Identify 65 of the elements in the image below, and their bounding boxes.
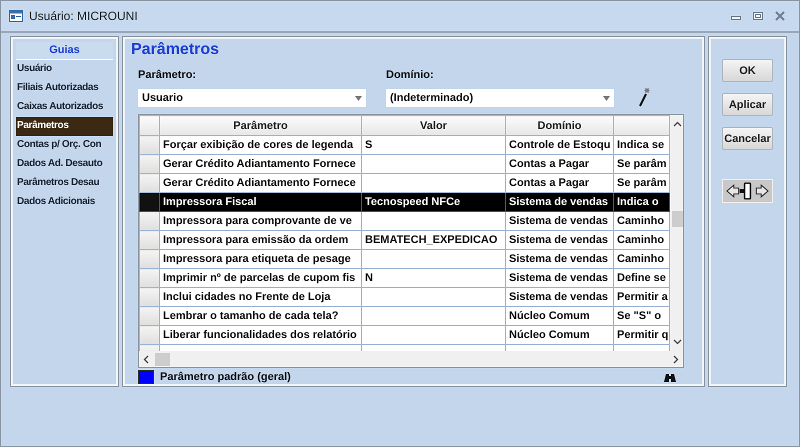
vertical-scrollbar[interactable] xyxy=(670,115,683,351)
table-cell: Liberar funcionalidades dos relatório xyxy=(160,326,362,344)
table-cell: Sistema de vendas xyxy=(506,288,614,306)
table-cell: N xyxy=(362,268,506,288)
legend-label: Parâmetro padrão (geral) xyxy=(160,371,292,383)
table-cell: Sistema de vendas xyxy=(506,192,614,212)
magic-wand-icon[interactable] xyxy=(638,87,650,107)
sidebar-item[interactable]: Parâmetros Desau xyxy=(16,174,113,193)
table-cell: Sistema de vendas xyxy=(506,212,614,230)
table-cell: Inclui cidades no Frente de Loja xyxy=(160,288,362,306)
table-cell: Tecnospeed NFCe xyxy=(362,192,506,212)
table-cell: Contas a Pagar xyxy=(506,154,614,174)
row-header[interactable] xyxy=(140,192,160,212)
table-cell: Imprimir nº de parcelas de cupom fis xyxy=(160,268,362,288)
scroll-thumb[interactable] xyxy=(155,353,170,366)
table-cell: Impressora para etiqueta de pesage xyxy=(160,250,362,268)
sidebar-item[interactable]: Filiais Autorizadas xyxy=(16,79,113,98)
field-label: Domínio: xyxy=(386,69,435,81)
sidebar-item[interactable]: Contas p/ Orç. Con xyxy=(16,136,113,155)
window-title: Usuário: MICROUNI xyxy=(29,9,139,23)
scroll-up-icon[interactable] xyxy=(673,121,682,127)
dialog-button[interactable]: OK xyxy=(722,59,773,82)
caret-icon[interactable] xyxy=(355,96,362,100)
table-cell: Sistema de vendas xyxy=(506,230,614,250)
table-cell: Forçar exibição de cores de legenda xyxy=(160,136,362,154)
horizontal-scrollbar[interactable] xyxy=(139,351,683,367)
scroll-left-icon[interactable] xyxy=(143,355,149,364)
table-cell: Impressora para emissão da ordem xyxy=(160,230,362,250)
column-header[interactable]: Domínio xyxy=(506,116,614,136)
dialog-button[interactable]: Cancelar xyxy=(722,127,773,150)
panel-title: Parâmetros xyxy=(131,41,220,59)
table-cell: S xyxy=(362,136,506,154)
sidebar-item[interactable]: Dados Adicionais xyxy=(16,193,113,212)
table-cell: Gerar Crédito Adiantamento Fornece xyxy=(160,154,362,174)
field-label: Parâmetro: xyxy=(138,69,198,81)
app-icon xyxy=(9,10,23,22)
column-header[interactable]: Valor xyxy=(362,116,506,136)
table-cell: Impressora para comprovante de ve xyxy=(160,212,362,230)
sidebar-item[interactable]: Dados Ad. Desauto xyxy=(16,155,113,174)
sidebar-item[interactable]: Usuário xyxy=(16,60,113,79)
caret-icon[interactable] xyxy=(603,96,610,100)
scroll-right-icon[interactable] xyxy=(673,355,679,364)
sidebar-heading: Guias xyxy=(16,42,113,60)
scroll-thumb[interactable] xyxy=(672,211,683,227)
dropdown-field[interactable]: (Indeterminado) xyxy=(386,89,614,107)
table-cell: BEMATECH_EXPEDICAO xyxy=(362,230,506,250)
dropdown-field[interactable]: Usuario xyxy=(138,89,366,107)
close-icon[interactable] xyxy=(775,11,785,21)
navigation-arrows[interactable] xyxy=(722,179,773,203)
table-cell: Controle de Estoqu xyxy=(506,136,614,154)
dialog-button[interactable]: Aplicar xyxy=(722,93,773,116)
sidebar-item[interactable]: Parâmetros xyxy=(16,117,113,136)
column-header[interactable]: Parâmetro xyxy=(160,116,362,136)
table-cell: Indica o xyxy=(614,192,670,212)
maximize-icon[interactable] xyxy=(753,11,763,21)
sidebar-item[interactable]: Caixas Autorizados xyxy=(16,98,113,117)
table-cell: Lembrar o tamanho de cada tela? xyxy=(160,306,362,326)
table-cell: Sistema de vendas xyxy=(506,250,614,268)
table-cell: Núcleo Comum xyxy=(506,306,614,326)
scroll-down-icon[interactable] xyxy=(673,339,682,345)
table-cell: Núcleo Comum xyxy=(506,326,614,344)
table-cell: Impressora Fiscal xyxy=(160,192,362,212)
row-header[interactable] xyxy=(140,212,160,230)
binoculars-icon[interactable] xyxy=(663,372,677,382)
table-cell: Sistema de vendas xyxy=(506,268,614,288)
